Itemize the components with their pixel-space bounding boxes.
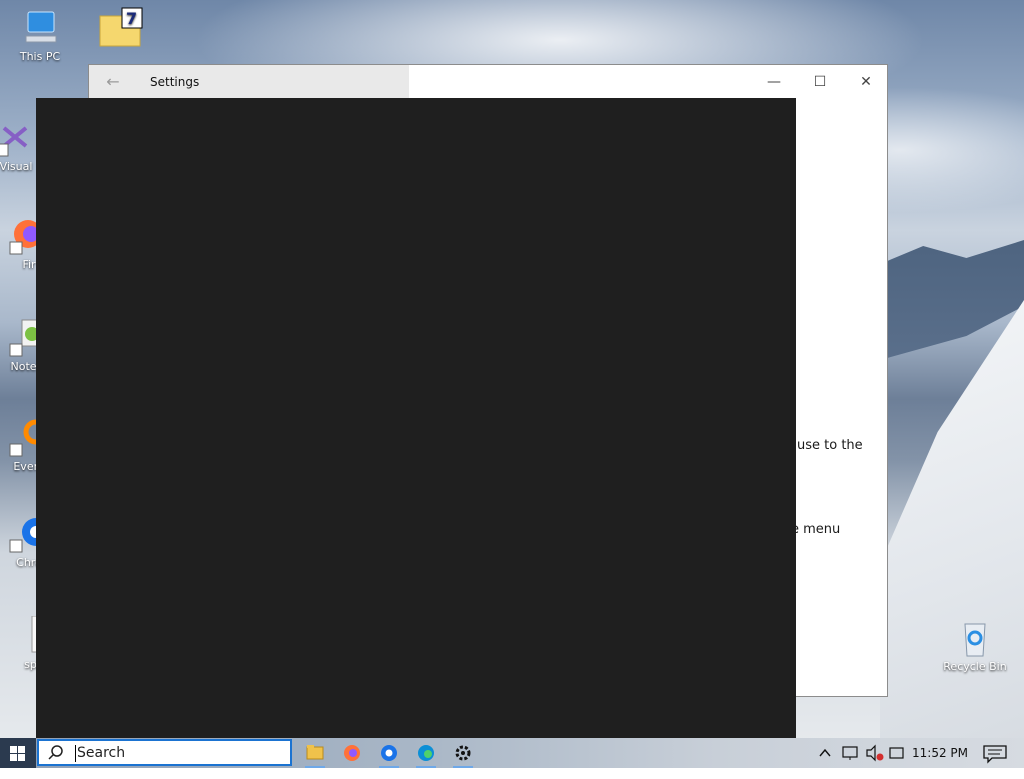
close-button[interactable]: ✕	[843, 65, 889, 99]
folder-icon: 7	[96, 6, 143, 47]
windows-logo-icon	[10, 746, 17, 753]
settings-text-fragment-1: use to the	[797, 438, 863, 453]
back-button[interactable]: ←	[99, 71, 127, 93]
taskbar-app-chrome[interactable]	[371, 738, 407, 768]
notification-icon	[983, 745, 1007, 764]
action-center-button[interactable]	[976, 738, 1016, 768]
text-caret	[75, 745, 76, 762]
titlebar-left-pane	[89, 65, 409, 99]
desktop-icon-this-pc[interactable]: This PC	[2, 8, 78, 63]
windows-logo-tile	[18, 754, 25, 761]
network-icon	[842, 746, 858, 760]
edge-icon	[418, 745, 434, 761]
volume-tray-button[interactable]	[864, 738, 886, 768]
start-button[interactable]	[0, 738, 36, 768]
computer-icon	[20, 8, 60, 48]
taskbar-app-settings[interactable]	[445, 738, 481, 768]
settings-titlebar[interactable]: ← Settings — ☐ ✕	[89, 65, 887, 99]
chrome-icon	[381, 745, 397, 761]
gear-icon	[455, 745, 471, 761]
desktop-icon-label: Visual	[0, 160, 33, 173]
chevron-up-icon	[819, 748, 831, 757]
recycle-bin-icon	[955, 618, 995, 658]
maximize-button[interactable]: ☐	[797, 65, 843, 99]
folder-icon	[306, 745, 324, 760]
taskbar-app-file-explorer[interactable]	[297, 738, 333, 768]
windows-logo-tile	[10, 754, 17, 761]
window-title: Settings	[150, 75, 200, 89]
search-flyout-panel[interactable]	[36, 98, 796, 738]
desktop-icon-windows-folder[interactable]: 7	[78, 6, 154, 48]
show-hidden-icons-button[interactable]	[816, 738, 834, 768]
volume-muted-icon	[866, 744, 884, 762]
desktop-icon-label: Fir	[22, 258, 36, 271]
taskbar-search-box[interactable]: Search	[37, 739, 292, 766]
network-tray-button[interactable]	[840, 738, 862, 768]
desktop-icon-recycle-bin[interactable]: Recycle Bin	[937, 618, 1013, 673]
taskbar: Search 11:52 PM	[0, 738, 1024, 768]
visual-studio-icon	[0, 118, 36, 158]
search-input[interactable]: Search	[77, 745, 125, 761]
taskbar-app-firefox[interactable]	[334, 738, 370, 768]
taskbar-app-edge[interactable]	[408, 738, 444, 768]
desktop-icon-label: Recycle Bin	[943, 660, 1007, 673]
windows-logo-tile	[18, 746, 25, 753]
firefox-icon	[0, 216, 42, 256]
minimize-button[interactable]: —	[751, 65, 797, 99]
svg-text:7: 7	[126, 9, 137, 28]
taskbar-clock[interactable]: 11:52 PM	[904, 738, 976, 768]
search-icon	[48, 745, 64, 761]
firefox-icon	[344, 745, 360, 761]
settings-text-fragment-2: e menu	[791, 522, 841, 537]
desktop-icon-label: This PC	[19, 50, 61, 63]
